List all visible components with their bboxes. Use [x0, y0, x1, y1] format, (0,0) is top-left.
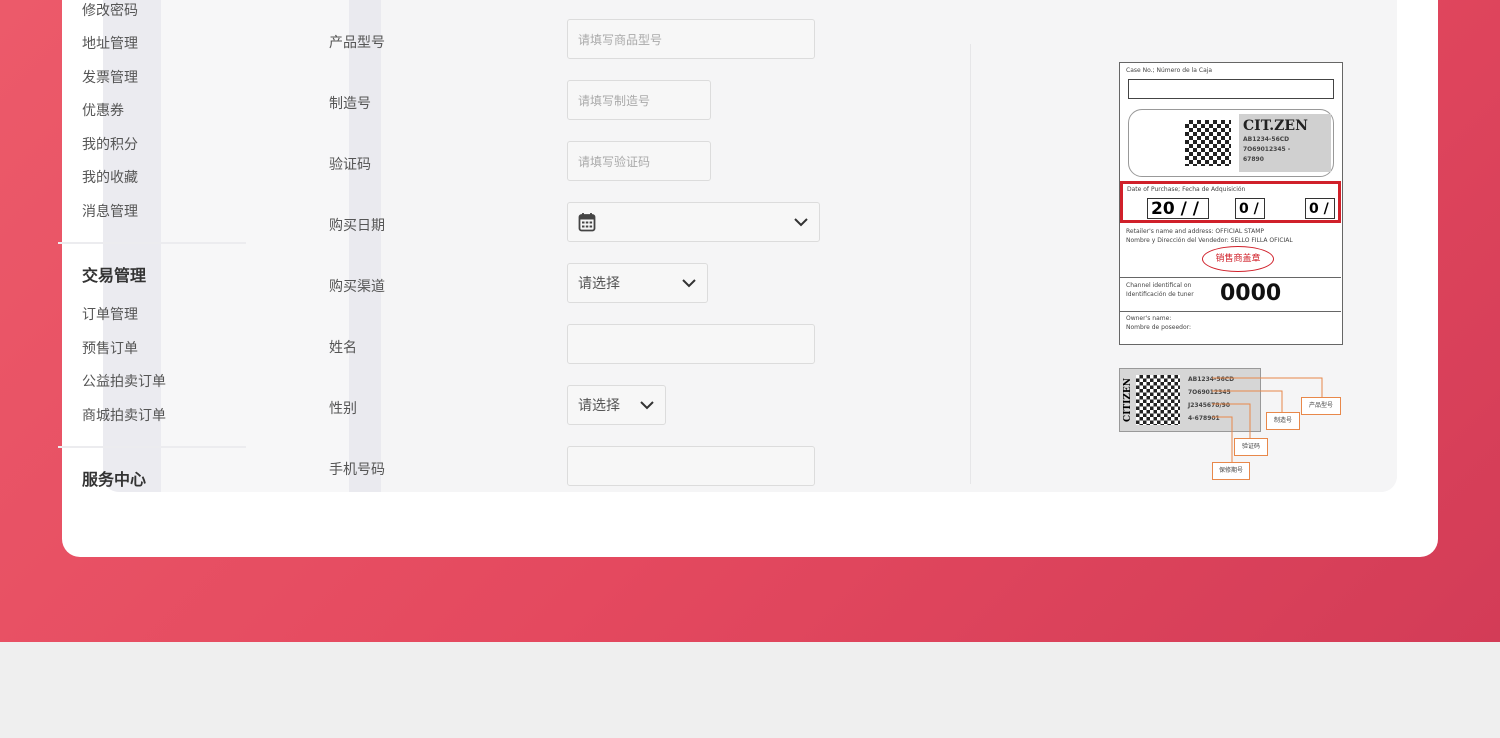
retailer-label: Retailer's name and address: OFFICIAL ST…	[1126, 228, 1265, 235]
channel-number: 0000	[1220, 281, 1282, 306]
label-gender: 性别	[329, 401, 357, 417]
name-input[interactable]	[567, 324, 815, 364]
column-divider	[970, 44, 971, 484]
sidebar-item-charity-auction[interactable]: 公益拍卖订单	[82, 371, 166, 391]
card-divider	[1120, 277, 1341, 278]
phone-input[interactable]	[567, 446, 815, 486]
warranty-serial-2: 67890	[1243, 156, 1264, 163]
sidebar-heading-service: 服务中心	[82, 470, 147, 489]
model-input[interactable]: 请填写商品型号	[567, 19, 815, 59]
sidebar-divider	[58, 242, 246, 244]
serial-input[interactable]: 请填写制造号	[567, 80, 711, 120]
gender-select[interactable]: 请选择	[567, 385, 666, 425]
purchase-date-label: Date of Purchase; Fecha de Adquisición	[1127, 186, 1246, 193]
chevron-down-icon	[682, 279, 696, 288]
callout-code: 验证码	[1234, 438, 1268, 456]
sidebar-divider	[58, 446, 246, 448]
channel-label: Channel identifical on	[1126, 282, 1192, 289]
purchase-date-highlight: Date of Purchase; Fecha de Adquisición 2…	[1120, 181, 1341, 223]
warranty-card-image: Case No.; Número de la Caja CIT.ZEN AB12…	[1119, 62, 1343, 345]
month-box: 0 /	[1235, 198, 1265, 219]
warranty-brand: CIT.ZEN	[1243, 118, 1308, 134]
label-channel: 购买渠道	[329, 279, 385, 295]
model-placeholder: 请填写商品型号	[578, 32, 663, 47]
sidebar-item-messages[interactable]: 消息管理	[82, 201, 138, 221]
sidebar-item-mall-auction[interactable]: 商城拍卖订单	[82, 405, 166, 425]
retailer-label-2: Nombre y Dirección del Vendedor: SELLO F…	[1126, 237, 1293, 244]
sidebar-item-invoice[interactable]: 发票管理	[82, 67, 138, 87]
sidebar-item-points[interactable]: 我的积分	[82, 134, 138, 154]
qr-code-icon	[1185, 120, 1231, 166]
calendar-icon	[578, 213, 596, 232]
serial-placeholder: 请填写制造号	[578, 93, 651, 108]
sidebar-item-address[interactable]: 地址管理	[82, 33, 138, 53]
callout-serial: 制造号	[1266, 412, 1300, 430]
sidebar-heading-trade: 交易管理	[82, 266, 147, 285]
day-box: 0 /	[1305, 198, 1335, 219]
gender-select-value: 请选择	[578, 398, 620, 414]
channel-label-2: Identificación de tuner	[1126, 291, 1194, 298]
owner-label-2: Nombre de poseedor:	[1126, 324, 1192, 331]
channel-select-value: 请选择	[578, 276, 620, 292]
tag-brand-wrap: CITIZEN	[1122, 373, 1134, 429]
callout-connectors	[1212, 377, 1323, 462]
tag-brand: CITIZEN	[1123, 378, 1133, 422]
case-no-box	[1128, 79, 1334, 99]
label-model: 产品型号	[329, 35, 385, 51]
label-code: 验证码	[329, 157, 371, 173]
card-divider	[1120, 311, 1341, 312]
code-placeholder: 请填写验证码	[578, 154, 651, 169]
official-stamp: 销售商盖章	[1202, 246, 1274, 272]
code-input[interactable]: 请填写验证码	[567, 141, 711, 181]
chevron-down-icon	[640, 401, 654, 410]
sidebar	[161, 0, 349, 492]
callout-warranty-no: 保修期号	[1212, 462, 1250, 480]
sidebar-item-favorites[interactable]: 我的收藏	[82, 167, 138, 187]
channel-select[interactable]: 请选择	[567, 263, 708, 303]
case-no-label: Case No.; Número de la Caja	[1126, 67, 1213, 74]
label-date: 购买日期	[329, 218, 385, 234]
label-serial: 制造号	[329, 96, 371, 112]
sidebar-item-coupon[interactable]: 优惠券	[82, 100, 124, 120]
sidebar-gutter	[349, 0, 381, 492]
date-picker[interactable]	[567, 202, 820, 242]
sidebar-item-change-password[interactable]: 修改密码	[82, 0, 138, 20]
warranty-model-code: AB1234-56CD	[1243, 136, 1290, 143]
label-gray-box: CIT.ZEN AB1234-56CD 7O69012345 - 67890	[1239, 114, 1331, 172]
label-name: 姓名	[329, 340, 357, 356]
owner-label: Owner's name:	[1126, 315, 1172, 322]
chevron-down-icon	[794, 218, 808, 227]
sidebar-item-orders[interactable]: 订单管理	[82, 304, 138, 324]
label-phone: 手机号码	[329, 462, 385, 478]
product-label-frame: CIT.ZEN AB1234-56CD 7O69012345 - 67890	[1128, 109, 1334, 177]
sidebar-item-presale-orders[interactable]: 预售订单	[82, 338, 138, 358]
callout-model: 产品型号	[1301, 397, 1341, 415]
warranty-serial-1: 7O69012345 -	[1243, 146, 1291, 153]
year-box: 20 / /	[1147, 198, 1209, 219]
